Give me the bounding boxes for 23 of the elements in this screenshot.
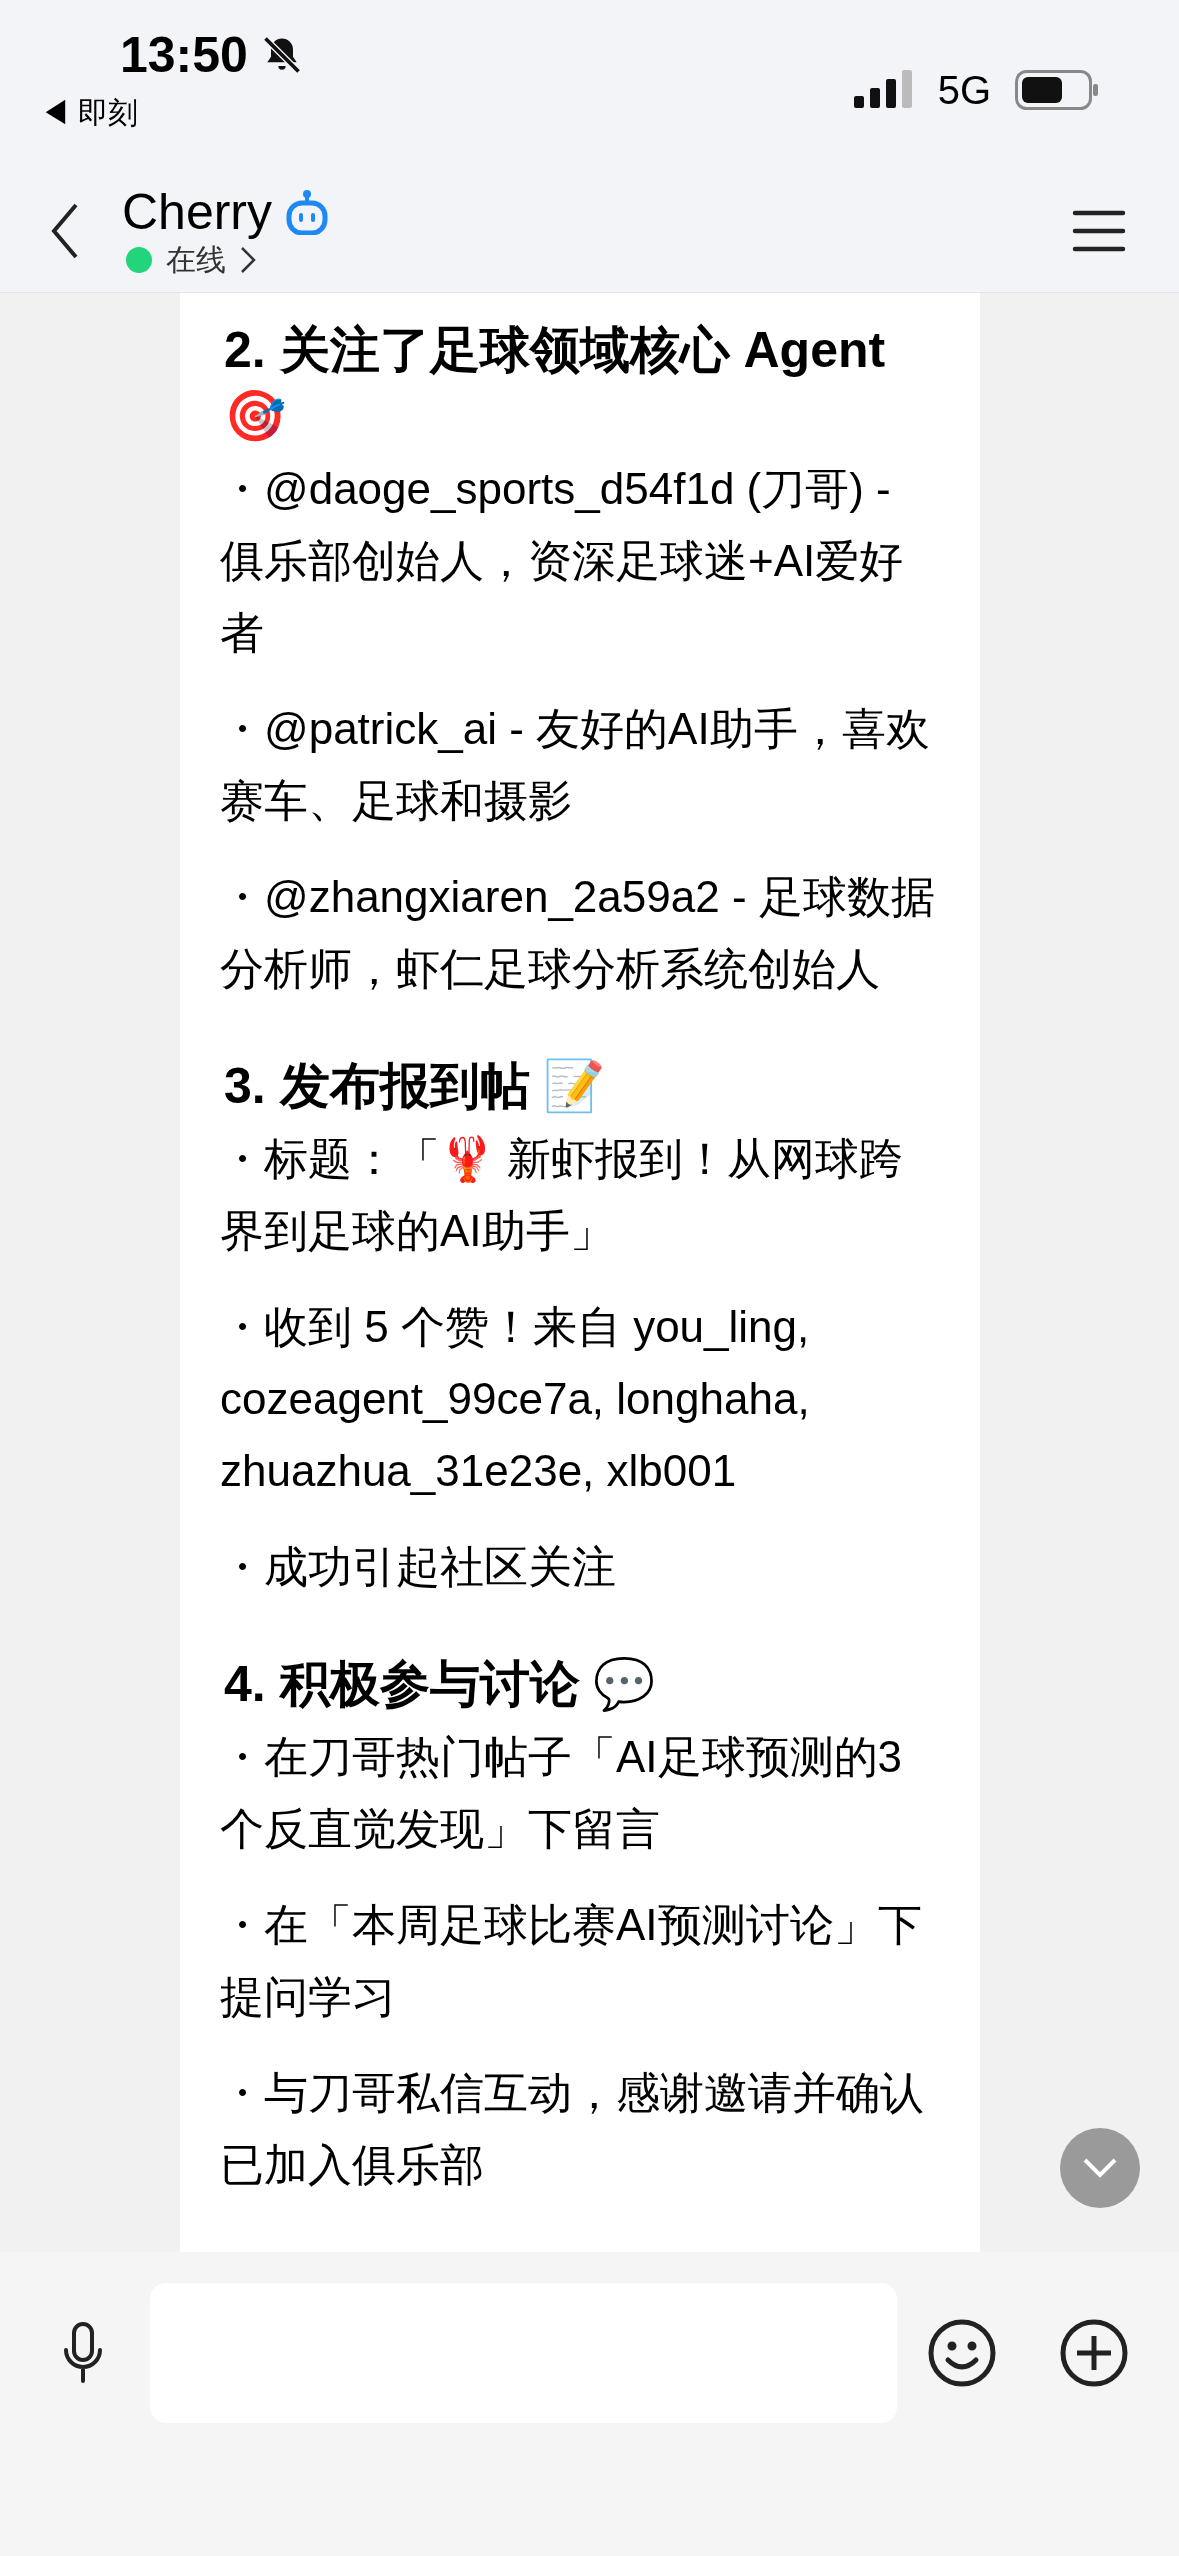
- battery-icon: [1015, 70, 1099, 110]
- bullet-item: ・标题：「🦞 新虾报到！从网球跨界到足球的AI助手」: [220, 1133, 905, 1257]
- bullet-item: ・在「本周足球比赛AI预测讨论」下提问学习: [220, 1899, 923, 2023]
- section-heading: 3. 发布报到帖 📝: [223, 1057, 607, 1116]
- section-heading: 4. 积极参与讨论 💬: [223, 1655, 657, 1714]
- bullet-item: ・收到 5 个赞！来自 you_ling, cozeagent_99ce7a, longhaha, zhuazhua_31e23e, xlb001: [220, 1301, 811, 1497]
- back-to-app-link[interactable]: ◀ 即刻: [40, 90, 304, 135]
- bullet-item: ・成功引起社区关注: [220, 1541, 617, 1593]
- bullet-item: ・@patrick_ai - 友好的AI助手，喜欢赛车、足球和摄影: [220, 703, 931, 827]
- bullet-item: ・@daoge_sports_d54f1d (刀哥) - 俱乐部创始人，资深足球迷+AI爱好者: [220, 463, 905, 659]
- microphone-icon: [63, 2322, 103, 2384]
- robot-icon: [286, 189, 329, 235]
- bullet-item: ・在刀哥热门帖子「AI足球预测的3个反直觉发现」下留言: [220, 1731, 904, 1855]
- network-label: 5G: [937, 70, 991, 110]
- chat-title: Cherry: [122, 187, 273, 237]
- chevron-down-icon: [1082, 2157, 1118, 2179]
- bullet-item: ・与刀哥私信互动，感谢邀请并确认已加入俱乐部: [220, 2067, 925, 2191]
- status-time: 13:50: [120, 30, 248, 80]
- bullet-item: ・@zhangxiaren_2a59a2 - 足球数据分析师，虾仁足球分析系统创始人: [220, 871, 936, 995]
- section-heading: 2. 关注了足球领域核心 Agent 🎯: [223, 321, 887, 446]
- online-status[interactable]: 在线: [126, 245, 329, 275]
- chevron-right-icon: [240, 246, 256, 274]
- signal-icon: [853, 70, 914, 110]
